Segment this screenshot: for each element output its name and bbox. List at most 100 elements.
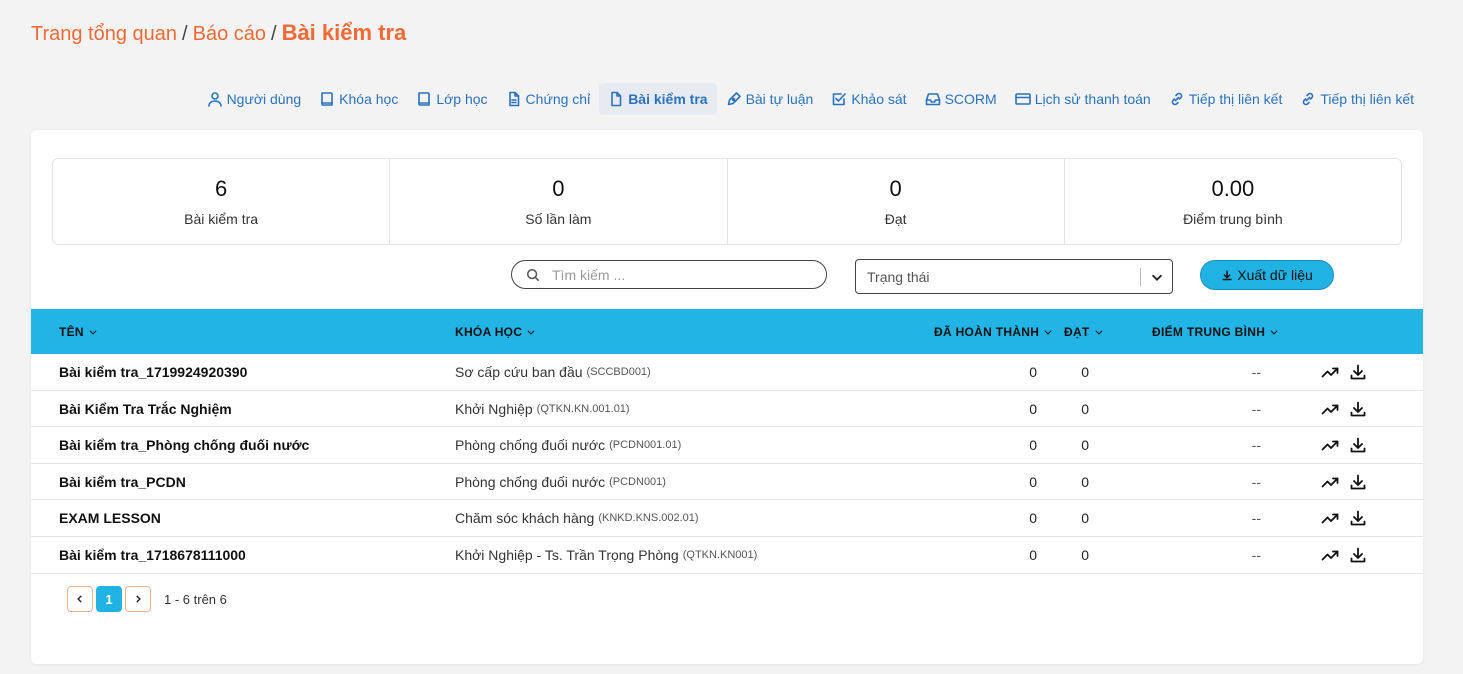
passed-count: 0 [1081,473,1089,490]
search-box [511,260,827,289]
trending-up-icon[interactable] [1321,363,1339,381]
column-header-course[interactable]: KHÓA HỌC [455,325,536,339]
table-row: Bài kiểm tra_1718678111000 Khởi Nghiệp -… [31,537,1423,574]
quiz-name[interactable]: Bài Kiểm Tra Trắc Nghiệm [59,391,232,427]
completed-count: 0 [1029,473,1037,490]
tab-classes[interactable]: Lớp học [407,83,496,115]
course-name: Phòng chống đuối nước [455,473,606,490]
tab-scorm[interactable]: SCORM [916,83,1006,115]
chevron-down-icon [1044,329,1052,335]
chevron-down-icon [1151,274,1163,281]
trending-up-icon[interactable] [1321,546,1339,564]
page-button-current[interactable]: 1 [96,586,122,612]
checkbox-icon [833,93,847,106]
credit-card-icon [1014,93,1031,105]
row-actions [1321,464,1367,500]
course-name: Khởi Nghiệp [455,400,533,417]
chevron-left-icon [77,595,82,603]
stat-value: 0 [889,176,902,201]
tab-users[interactable]: Người dùng [198,83,311,115]
course-cell: Khởi Nghiệp - Ts. Trần Trọng Phòng (QTKN… [455,537,757,573]
download-icon[interactable] [1349,509,1367,527]
course-name: Phòng chống đuối nước [455,437,606,454]
quiz-name[interactable]: EXAM LESSON [59,500,161,536]
document-icon [611,91,622,107]
export-data-button[interactable]: Xuất dữ liệu [1200,260,1334,290]
course-name: Sơ cấp cứu ban đầu [455,364,583,380]
completed-count: 0 [1029,437,1037,454]
stat-label: Đạt [884,211,907,227]
column-header-average-score[interactable]: ĐIỂM TRUNG BÌNH [1152,325,1279,339]
breadcrumb-item-reports[interactable]: Báo cáo [193,23,266,46]
completed-count: 0 [1029,510,1037,527]
column-header-label: ĐÃ HOÀN THÀNH [934,324,1040,339]
trending-up-icon[interactable] [1321,400,1339,418]
search-input[interactable] [552,266,802,283]
trending-up-icon[interactable] [1321,473,1339,491]
download-icon[interactable] [1349,363,1367,381]
course-cell: Phòng chống đuối nước (PCDN001) [455,464,666,500]
passed-count: 0 [1081,400,1089,417]
tab-payment-history[interactable]: Lịch sử thanh toán [1006,83,1160,115]
course-code: (PCDN001.01) [609,439,682,452]
breadcrumb-separator: / [182,23,188,45]
breadcrumb-separator: / [271,23,277,45]
trending-up-icon[interactable] [1321,509,1339,527]
quiz-name[interactable]: Bài kiểm tra_1718678111000 [59,537,246,573]
stat-quizzes: 6 Bài kiểm tra [53,159,391,244]
tab-label: Bài kiểm tra [628,91,708,107]
trending-up-icon[interactable] [1321,436,1339,454]
tab-label: Chứng chỉ [525,91,591,107]
column-header-passed[interactable]: ĐẠT [1064,325,1104,339]
chevron-down-icon [89,329,97,335]
breadcrumb-item-dashboard[interactable]: Trang tổng quan [31,23,177,46]
column-header-completed[interactable]: ĐÃ HOÀN THÀNH [934,325,1053,339]
course-cell: Phòng chống đuối nước (PCDN001.01) [455,427,681,463]
download-icon[interactable] [1349,436,1367,454]
tab-label: Khảo sát [851,91,907,107]
breadcrumb: Trang tổng quan / Báo cáo / Bài kiểm tra [31,20,406,46]
course-cell: Sơ cấp cứu ban đầu (SCCBD001) [455,354,651,390]
tab-surveys[interactable]: Khảo sát [822,83,915,115]
stat-passed: 0 Đạt [728,159,1065,244]
tab-certificates[interactable]: Chứng chỉ [497,83,600,115]
row-actions [1321,391,1367,427]
tab-quizzes[interactable]: Bài kiểm tra [599,83,717,115]
table-row: Bài kiểm tra_Phòng chống đuối nước Phòng… [31,427,1423,464]
quiz-name[interactable]: Bài kiểm tra_1719924920390 [59,354,247,390]
tab-courses[interactable]: Khóa học [310,83,407,115]
report-card: 6 Bài kiểm tra 0 Số lần làm 0 Đạt 0.00 Đ… [31,130,1423,664]
completed-count: 0 [1029,364,1037,380]
completed-count: 0 [1029,400,1037,417]
download-icon[interactable] [1349,400,1367,418]
tab-affiliate[interactable]: Tiếp thị liên kết [1160,83,1292,115]
select-divider [1140,268,1141,286]
chevron-down-icon [1270,329,1278,335]
table-row: EXAM LESSON Chăm sóc khách hàng (KNKD.KN… [31,500,1423,537]
tab-label: Khóa học [339,91,399,107]
next-page-button[interactable] [125,586,151,612]
quiz-name[interactable]: Bài kiểm tra_PCDN [59,464,186,500]
course-code: (PCDN001) [609,475,666,488]
stat-value: 6 [215,176,228,201]
chevron-down-icon [1095,329,1103,335]
average-score: -- [1251,473,1261,490]
download-icon[interactable] [1349,473,1367,491]
course-name: Khởi Nghiệp - Ts. Trần Trọng Phòng [455,546,679,563]
link-icon [1303,92,1314,106]
course-cell: Chăm sóc khách hàng (KNKD.KNS.002.01) [455,500,699,536]
previous-page-button[interactable] [67,586,93,612]
tab-label: Bài tự luận [745,91,814,107]
tab-affiliate-2[interactable]: Tiếp thị liên kết [1291,83,1423,115]
user-icon [207,92,222,107]
course-cell: Khởi Nghiệp (QTKN.KN.001.01) [455,391,630,427]
status-select[interactable]: Trạng thái [855,259,1173,294]
download-icon [1222,270,1232,281]
tab-label: Tiếp thị liên kết [1320,91,1414,107]
tab-label: Lớp học [436,91,488,107]
column-header-name[interactable]: TÊN [59,325,98,339]
quiz-name[interactable]: Bài kiểm tra_Phòng chống đuối nước [59,427,309,463]
tab-essays[interactable]: Bài tự luận [717,83,823,115]
download-icon[interactable] [1349,546,1367,564]
tab-label: Tiếp thị liên kết [1188,91,1283,107]
